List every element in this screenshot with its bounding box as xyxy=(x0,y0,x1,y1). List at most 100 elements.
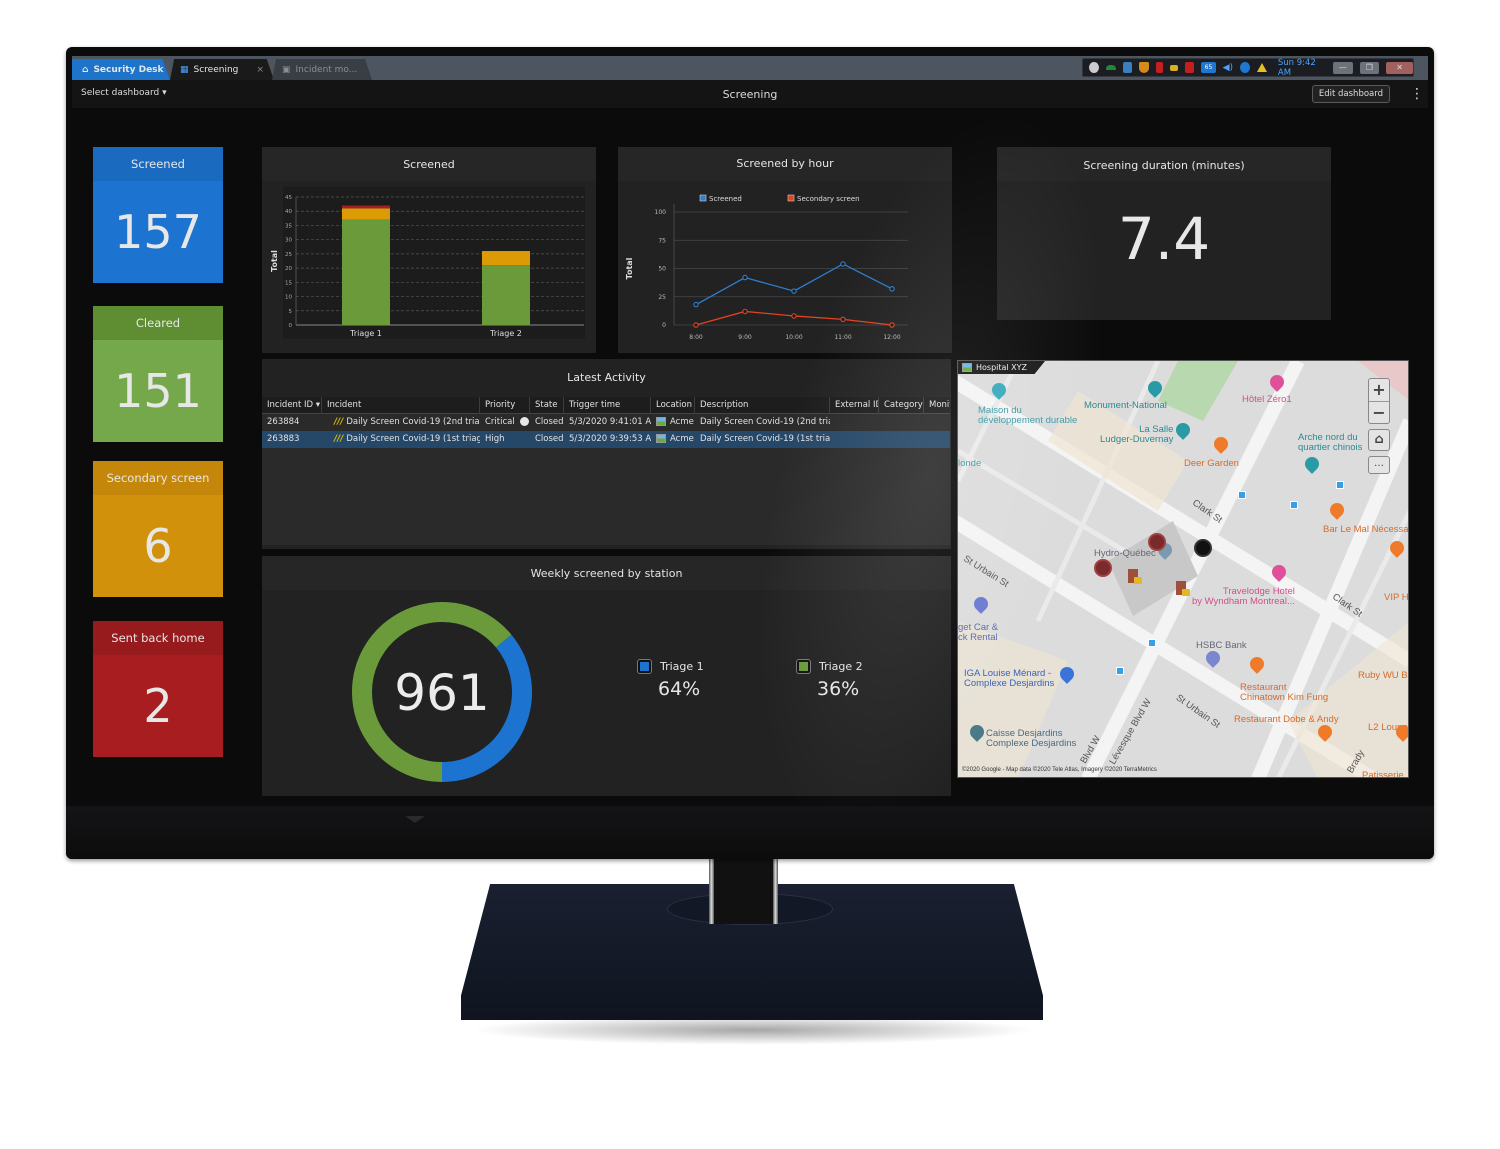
legend-label: Secondary screen xyxy=(797,195,860,203)
tile-sent-back-home: Sent back home 2 xyxy=(93,621,223,757)
data-point xyxy=(889,286,895,292)
minimize-button[interactable]: — xyxy=(1332,61,1353,74)
horn-icon[interactable] xyxy=(1169,64,1178,71)
panel-title: Weekly screened by station xyxy=(530,567,683,580)
screened-by-hour-line-chart: 0 25 50 75 100 Total 8:00 9:00 10:00 11:00 12:00 Sc… xyxy=(625,194,908,341)
table-header: Incident ID ▾ Incident Priority State Tr… xyxy=(262,397,950,414)
tile-title: Secondary screen xyxy=(93,461,223,495)
home-icon: ⌂ xyxy=(82,64,89,75)
tab-security-desk[interactable]: ⌂ Security Desk xyxy=(72,59,170,80)
alarm-siren-icon[interactable] xyxy=(1156,62,1163,73)
map-label: Travelodge Hotel by Wyndham Montreal... xyxy=(1192,586,1295,607)
warning-icon[interactable] xyxy=(1256,63,1267,72)
legend-swatch xyxy=(638,660,651,673)
camera-icon[interactable] xyxy=(1094,559,1112,577)
close-window-button[interactable]: ✕ xyxy=(1386,61,1413,74)
cell-priority: High xyxy=(485,434,505,444)
blocked-camera-icon[interactable] xyxy=(1122,62,1133,73)
column-incident-id[interactable]: Incident ID ▾ xyxy=(262,397,322,414)
door-locked-icon[interactable] xyxy=(1128,569,1142,584)
x-tick-label: 11:00 xyxy=(834,334,851,341)
bus-stop-icon xyxy=(1116,667,1124,675)
map-label: La Salle Ludger-Duvernay xyxy=(1100,424,1174,445)
health-alert-icon[interactable] xyxy=(1184,62,1195,73)
data-point xyxy=(889,322,895,328)
map-home-button[interactable]: ⌂ xyxy=(1368,429,1390,451)
map-label: IGA Louise Ménard - Complexe Desjardins xyxy=(964,668,1055,689)
x-tick-label: Triage 1 xyxy=(349,329,382,338)
restore-button[interactable]: ❐ xyxy=(1359,61,1380,74)
map-label: VIP H xyxy=(1384,592,1409,603)
y-tick-label: 45 xyxy=(285,195,292,201)
shield-help-icon[interactable] xyxy=(1139,62,1150,73)
cell-location: Acme xyxy=(651,431,695,448)
priority-stripes-icon: /// xyxy=(334,434,344,444)
tile-value: 2 xyxy=(93,655,223,757)
door-locked-icon[interactable] xyxy=(1176,581,1190,596)
volume-icon[interactable]: ◀) xyxy=(1223,63,1233,73)
map-tile[interactable]: Hospital XYZ Maison du développement dura… xyxy=(957,360,1409,778)
y-tick-label: 25 xyxy=(658,294,666,301)
map-label: get Car & ck Rental xyxy=(958,622,999,643)
priority-stripes-icon: /// xyxy=(334,417,344,427)
column-category[interactable]: Category xyxy=(879,397,924,414)
legend-percent: 64% xyxy=(658,678,701,700)
column-monitor[interactable]: Monit xyxy=(924,397,950,414)
tile-title: Sent back home xyxy=(93,621,223,655)
monitor-icon[interactable]: 65 xyxy=(1201,62,1216,73)
column-incident[interactable]: Incident xyxy=(322,397,480,414)
screened-chart-panel: Screened 0 5 10 15 20 25 30 35 40 45 Total Triage 1… xyxy=(262,147,596,353)
map-more-button[interactable]: … xyxy=(1368,456,1390,474)
screening-duration-panel: Screening duration (minutes) 7.4 xyxy=(997,147,1331,320)
column-external-id[interactable]: External ID xyxy=(830,397,879,414)
column-state[interactable]: State xyxy=(530,397,564,414)
y-tick-label: 30 xyxy=(285,238,292,244)
more-options-icon[interactable]: ⋮ xyxy=(1410,84,1424,104)
tab-screening[interactable]: ▦ Screening × xyxy=(170,59,274,80)
table-row-selected[interactable]: 263883 ///Daily Screen Covid-19 (1st tri… xyxy=(262,431,950,448)
tab-incident-monitoring[interactable]: ▣ Incident mo... xyxy=(272,59,372,80)
latest-activity-panel: Latest Activity Incident ID ▾ Incident P… xyxy=(262,359,951,585)
y-axis-label: Total xyxy=(270,250,279,272)
column-trigger-time[interactable]: Trigger time xyxy=(564,397,651,414)
bus-stop-icon xyxy=(1148,639,1156,647)
plot-area xyxy=(283,187,585,339)
y-tick-label: 35 xyxy=(285,223,292,229)
tile-value: 6 xyxy=(93,495,223,597)
map-label: Caisse Desjardins Complexe Desjardins xyxy=(986,728,1077,749)
zoom-out-button[interactable]: − xyxy=(1369,401,1389,424)
zoom-in-button[interactable]: + xyxy=(1369,379,1389,401)
cell-location: Acme xyxy=(651,414,695,431)
y-axis-label: Total xyxy=(625,257,634,279)
incident-monitor-icon: ▣ xyxy=(282,64,291,75)
data-point xyxy=(693,301,699,308)
shield-logo-icon[interactable] xyxy=(1089,62,1099,73)
data-point xyxy=(693,322,699,328)
column-location[interactable]: Location xyxy=(651,397,695,414)
table-row[interactable]: 263884 ///Daily Screen Covid-19 (2nd tri… xyxy=(262,414,950,431)
camera-icon[interactable] xyxy=(1194,539,1212,557)
bar-segment-cleared xyxy=(342,219,390,325)
column-description[interactable]: Description xyxy=(695,397,830,414)
critical-icon xyxy=(519,417,529,426)
y-tick-label: 40 xyxy=(285,209,292,215)
page-title: Screening xyxy=(722,88,778,101)
phone-icon[interactable] xyxy=(1105,65,1116,70)
stage: ⌂ Security Desk ▦ Screening × ▣ Incident… xyxy=(0,0,1500,1149)
column-priority[interactable]: Priority xyxy=(480,397,530,414)
tab-label: Incident mo... xyxy=(295,64,358,75)
map-label: HSBC Bank xyxy=(1196,640,1247,651)
close-tab-icon[interactable]: × xyxy=(256,65,264,75)
legend-swatch xyxy=(699,194,707,202)
edit-dashboard-button[interactable]: Edit dashboard xyxy=(1311,85,1390,103)
map-zoom-controls: + − xyxy=(1368,378,1390,424)
map-label: Maison du développement durable xyxy=(978,405,1078,426)
panel-title: Latest Activity xyxy=(567,371,646,384)
cell-incident-id: 263883 xyxy=(267,434,300,444)
globe-icon[interactable] xyxy=(1240,62,1250,73)
screened-bar-chart: 0 5 10 15 20 25 30 35 40 45 Total Triage 1 Triage 2 xyxy=(270,187,585,339)
app-screen: ⌂ Security Desk ▦ Screening × ▣ Incident… xyxy=(72,56,1428,806)
series-line-screened xyxy=(695,263,893,306)
camera-icon[interactable] xyxy=(1148,533,1166,551)
bar-segment-sent-back-home xyxy=(342,205,390,209)
